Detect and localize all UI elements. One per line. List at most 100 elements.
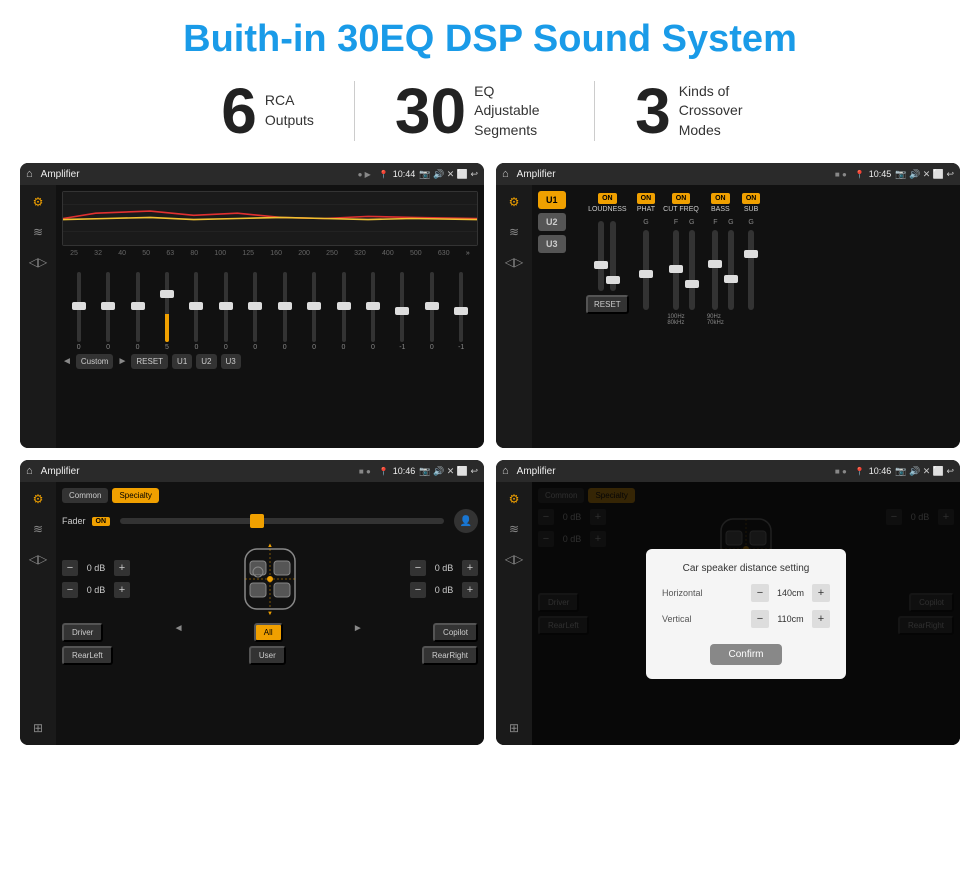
eq-track-10[interactable] bbox=[371, 272, 375, 342]
eq-u1-btn[interactable]: U1 bbox=[172, 354, 192, 369]
fader-sidebar-icon-3[interactable]: ◁▷ bbox=[29, 552, 47, 566]
distance-sidebar-icon-3[interactable]: ◁▷ bbox=[505, 552, 523, 566]
fader-btn-rearright[interactable]: RearRight bbox=[422, 646, 478, 665]
loudness-track-1[interactable] bbox=[598, 221, 604, 291]
home-icon-3[interactable]: ⌂ bbox=[26, 465, 33, 477]
cutfreq-g-thumb[interactable] bbox=[685, 280, 699, 288]
loudness-reset[interactable]: RESET bbox=[586, 295, 629, 314]
fader-sidebar-icon-2[interactable]: ≋ bbox=[33, 522, 43, 536]
fader-btn-user[interactable]: User bbox=[249, 646, 286, 665]
eq-thumb-10[interactable] bbox=[366, 302, 380, 310]
fader-left-chevron[interactable]: ◄ bbox=[174, 623, 184, 642]
bass-f-track[interactable] bbox=[712, 230, 718, 310]
eq-thumb-9[interactable] bbox=[337, 302, 351, 310]
sub-toggle[interactable]: ON bbox=[742, 193, 761, 204]
eq-track-12[interactable] bbox=[430, 272, 434, 342]
loudness-toggle[interactable]: ON bbox=[598, 193, 617, 204]
eq-thumb-12[interactable] bbox=[425, 302, 439, 310]
eq-track-8[interactable] bbox=[312, 272, 316, 342]
fader-minus-2[interactable]: − bbox=[62, 582, 78, 598]
eq-track-1[interactable] bbox=[106, 272, 110, 342]
dialog-vertical-plus[interactable]: + bbox=[812, 610, 830, 628]
fader-minus-1[interactable]: − bbox=[62, 560, 78, 576]
loudness-thumb-2[interactable] bbox=[606, 276, 620, 284]
eq-track-4[interactable] bbox=[194, 272, 198, 342]
fader-tab-common[interactable]: Common bbox=[62, 488, 108, 503]
crossover-sidebar-icon-1[interactable]: ⚙ bbox=[509, 195, 520, 209]
fader-btn-copilot[interactable]: Copilot bbox=[433, 623, 478, 642]
eq-reset-btn[interactable]: RESET bbox=[131, 354, 168, 369]
eq-u3-btn[interactable]: U3 bbox=[221, 354, 241, 369]
phat-thumb[interactable] bbox=[639, 270, 653, 278]
sub-g-track[interactable] bbox=[748, 230, 754, 310]
fader-sidebar-icon-4[interactable]: ⊞ bbox=[33, 721, 43, 735]
home-icon[interactable]: ⌂ bbox=[26, 168, 33, 180]
bass-f-thumb[interactable] bbox=[708, 260, 722, 268]
fader-btn-all[interactable]: All bbox=[254, 623, 283, 642]
u2-button[interactable]: U2 bbox=[538, 213, 566, 231]
loudness-thumb-1[interactable] bbox=[594, 261, 608, 269]
eq-preset-label[interactable]: Custom bbox=[76, 354, 114, 369]
eq-thumb-8[interactable] bbox=[307, 302, 321, 310]
eq-track-0[interactable] bbox=[77, 272, 81, 342]
fader-h-thumb[interactable] bbox=[250, 514, 264, 528]
eq-track-3[interactable] bbox=[165, 272, 169, 342]
phat-track[interactable] bbox=[643, 230, 649, 310]
fader-minus-4[interactable]: − bbox=[410, 582, 426, 598]
bass-g-thumb[interactable] bbox=[724, 275, 738, 283]
eq-thumb-5[interactable] bbox=[219, 302, 233, 310]
eq-sidebar-icon-1[interactable]: ⚙ bbox=[33, 195, 44, 209]
distance-sidebar-icon-1[interactable]: ⚙ bbox=[509, 492, 520, 506]
u3-button[interactable]: U3 bbox=[538, 235, 566, 253]
eq-thumb-6[interactable] bbox=[248, 302, 262, 310]
eq-track-11[interactable] bbox=[400, 272, 404, 342]
fader-plus-1[interactable]: + bbox=[114, 560, 130, 576]
fader-settings-icon[interactable]: 👤 bbox=[454, 509, 478, 533]
dialog-horizontal-plus[interactable]: + bbox=[812, 584, 830, 602]
eq-track-13[interactable] bbox=[459, 272, 463, 342]
dialog-horizontal-minus[interactable]: − bbox=[751, 584, 769, 602]
phat-toggle[interactable]: ON bbox=[637, 193, 656, 204]
home-icon-2[interactable]: ⌂ bbox=[502, 168, 509, 180]
fader-plus-4[interactable]: + bbox=[462, 582, 478, 598]
fader-h-track[interactable] bbox=[120, 518, 444, 524]
fader-plus-3[interactable]: + bbox=[462, 560, 478, 576]
fader-minus-3[interactable]: − bbox=[410, 560, 426, 576]
fader-tab-specialty[interactable]: Specialty bbox=[112, 488, 158, 503]
fader-btn-driver[interactable]: Driver bbox=[62, 623, 103, 642]
eq-prev-arrow[interactable]: ◄ bbox=[62, 356, 72, 367]
eq-track-9[interactable] bbox=[342, 272, 346, 342]
cutfreq-g-track[interactable] bbox=[689, 230, 695, 310]
crossover-sidebar-icon-3[interactable]: ◁▷ bbox=[505, 255, 523, 269]
fader-plus-2[interactable]: + bbox=[114, 582, 130, 598]
eq-sidebar-icon-2[interactable]: ≋ bbox=[33, 225, 43, 239]
eq-thumb-13[interactable] bbox=[454, 307, 468, 315]
cutfreq-f-track[interactable] bbox=[673, 230, 679, 310]
fader-btn-rearleft[interactable]: RearLeft bbox=[62, 646, 113, 665]
fader-right-chevron[interactable]: ► bbox=[353, 623, 363, 642]
u1-button[interactable]: U1 bbox=[538, 191, 566, 209]
dialog-confirm-button[interactable]: Confirm bbox=[710, 644, 781, 665]
eq-track-6[interactable] bbox=[253, 272, 257, 342]
cutfreq-f-thumb[interactable] bbox=[669, 265, 683, 273]
eq-next-arrow[interactable]: ► bbox=[117, 356, 127, 367]
crossover-sidebar-icon-2[interactable]: ≋ bbox=[509, 225, 519, 239]
bass-g-track[interactable] bbox=[728, 230, 734, 310]
cutfreq-toggle[interactable]: ON bbox=[672, 193, 691, 204]
eq-u2-btn[interactable]: U2 bbox=[196, 354, 216, 369]
bass-toggle[interactable]: ON bbox=[711, 193, 730, 204]
fader-sidebar-icon-1[interactable]: ⚙ bbox=[33, 492, 44, 506]
home-icon-4[interactable]: ⌂ bbox=[502, 465, 509, 477]
eq-thumb-2[interactable] bbox=[131, 302, 145, 310]
eq-sidebar-icon-3[interactable]: ◁▷ bbox=[29, 255, 47, 269]
dialog-vertical-minus[interactable]: − bbox=[751, 610, 769, 628]
eq-thumb-7[interactable] bbox=[278, 302, 292, 310]
eq-thumb-0[interactable] bbox=[72, 302, 86, 310]
eq-track-7[interactable] bbox=[283, 272, 287, 342]
distance-sidebar-icon-2[interactable]: ≋ bbox=[509, 522, 519, 536]
eq-track-2[interactable] bbox=[136, 272, 140, 342]
loudness-track-2[interactable] bbox=[610, 221, 616, 291]
eq-thumb-3[interactable] bbox=[160, 290, 174, 298]
distance-sidebar-icon-4[interactable]: ⊞ bbox=[509, 721, 519, 735]
eq-thumb-1[interactable] bbox=[101, 302, 115, 310]
